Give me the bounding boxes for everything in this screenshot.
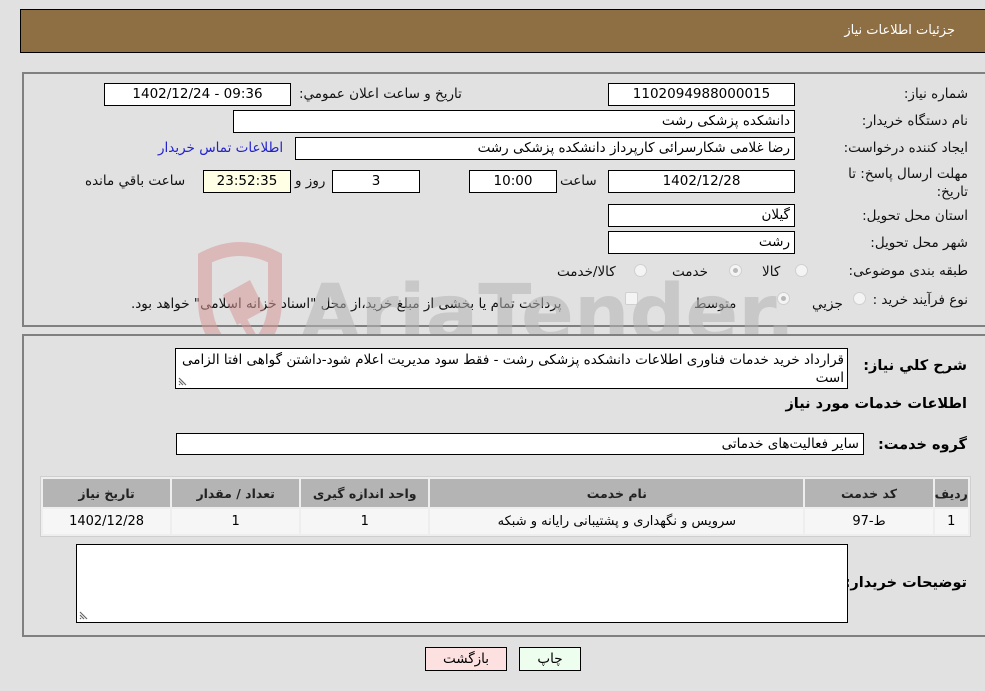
need-details-panel: شماره نیاز: 1102094988000015 تاریخ و ساع… <box>22 72 985 327</box>
cell-need-date: 1402/12/28 <box>43 509 171 534</box>
purchase-type-radio-medium[interactable] <box>777 292 790 305</box>
city-field: رشت <box>608 231 795 254</box>
category-radio-goods[interactable] <box>795 264 808 277</box>
cell-service-name: سرویس و نگهداری و پشتیبانی رایانه و شبکه <box>430 509 804 534</box>
purchase-type-radio-minor[interactable] <box>853 292 866 305</box>
column-header-service-code: کد خدمت <box>805 479 933 507</box>
deadline-time-label: ساعت <box>560 173 597 189</box>
back-button[interactable]: بازگشت <box>425 647 507 671</box>
column-header-unit: واحد اندازه گیری <box>301 479 429 507</box>
buyer-org-field: دانشکده پزشکی رشت <box>233 110 795 133</box>
resize-grip-icon[interactable] <box>79 610 89 620</box>
column-header-service-name: نام خدمت <box>430 479 804 507</box>
services-table: ردیف کد خدمت نام خدمت واحد اندازه گیری ت… <box>40 476 971 537</box>
service-group-label: گروه خدمت: <box>877 437 967 453</box>
announce-datetime-field: 1402/12/24 - 09:36 <box>104 83 291 106</box>
treasury-checkbox[interactable] <box>625 292 638 305</box>
table-header-row: ردیف کد خدمت نام خدمت واحد اندازه گیری ت… <box>43 479 968 507</box>
announce-datetime-label: تاریخ و ساعت اعلان عمومي: <box>299 86 462 102</box>
buyer-org-label: نام دستگاه خریدار: <box>861 113 968 129</box>
description-text: قرارداد خرید خدمات فناوری اطلاعات دانشکد… <box>182 352 844 386</box>
resize-grip-icon[interactable] <box>178 376 188 386</box>
column-header-quantity: تعداد / مقدار <box>172 479 300 507</box>
service-group-field: سایر فعالیت‌های خدماتی <box>176 433 864 455</box>
treasury-note: پرداخت تمام یا بخشی از مبلغ خرید،از محل … <box>131 296 562 312</box>
category-radio-goods-service[interactable] <box>634 264 647 277</box>
purchase-type-label: نوع فرآیند خرید : <box>872 292 968 308</box>
need-description-panel: شرح کلي نیاز: قرارداد خرید خدمات فناوری … <box>22 334 985 637</box>
description-textarea[interactable]: قرارداد خرید خدمات فناوری اطلاعات دانشکد… <box>175 348 848 389</box>
remaining-time-field: 23:52:35 <box>203 170 291 193</box>
cell-unit: 1 <box>301 509 429 534</box>
deadline-date-field: 1402/12/28 <box>608 170 795 193</box>
category-option-service: خدمت <box>672 264 708 280</box>
need-number-field: 1102094988000015 <box>608 83 795 106</box>
buyer-notes-label: توضیحات خریدار: <box>844 575 967 591</box>
column-header-row-number: ردیف <box>934 479 968 507</box>
services-section-title: اطلاعات خدمات مورد نیاز <box>785 396 967 412</box>
page-title: جزئیات اطلاعات نیاز <box>844 23 955 38</box>
city-label: شهر محل تحویل: <box>870 235 968 251</box>
print-button[interactable]: چاپ <box>519 647 581 671</box>
remaining-label: ساعت باقي مانده <box>85 173 186 189</box>
table-row: 1 ط-97 سرویس و نگهداری و پشتیبانی رایانه… <box>43 509 968 534</box>
category-option-goods-service: کالا/خدمت <box>557 264 616 280</box>
column-header-need-date: تاریخ نیاز <box>43 479 171 507</box>
category-option-goods: کالا <box>762 264 781 280</box>
requester-field: رضا غلامی شکارسرائی کارپرداز دانشکده پزش… <box>295 137 795 160</box>
page-header: جزئیات اطلاعات نیاز <box>20 9 985 53</box>
remaining-days-field: 3 <box>332 170 420 193</box>
deadline-label: مهلت ارسال پاسخ: تا تاریخ: <box>848 166 968 200</box>
purchase-type-option-medium: متوسط <box>694 296 737 312</box>
purchase-type-option-minor: جزيي <box>812 296 843 312</box>
cell-row-number: 1 <box>934 509 968 534</box>
need-number-label: شماره نیاز: <box>903 86 968 102</box>
deadline-time-field: 10:00 <box>469 170 557 193</box>
province-field: گیلان <box>608 204 795 227</box>
days-label: روز و <box>295 173 326 189</box>
category-label: طبقه بندی موضوعی: <box>848 263 968 279</box>
category-radio-service[interactable] <box>729 264 742 277</box>
buyer-contact-link[interactable]: اطلاعات تماس خریدار <box>158 140 283 156</box>
cell-service-code: ط-97 <box>805 509 933 534</box>
buyer-notes-textarea[interactable] <box>76 544 848 623</box>
description-label: شرح کلي نیاز: <box>863 358 967 374</box>
province-label: استان محل تحویل: <box>862 208 968 224</box>
cell-quantity: 1 <box>172 509 300 534</box>
requester-label: ایجاد کننده درخواست: <box>843 140 968 156</box>
